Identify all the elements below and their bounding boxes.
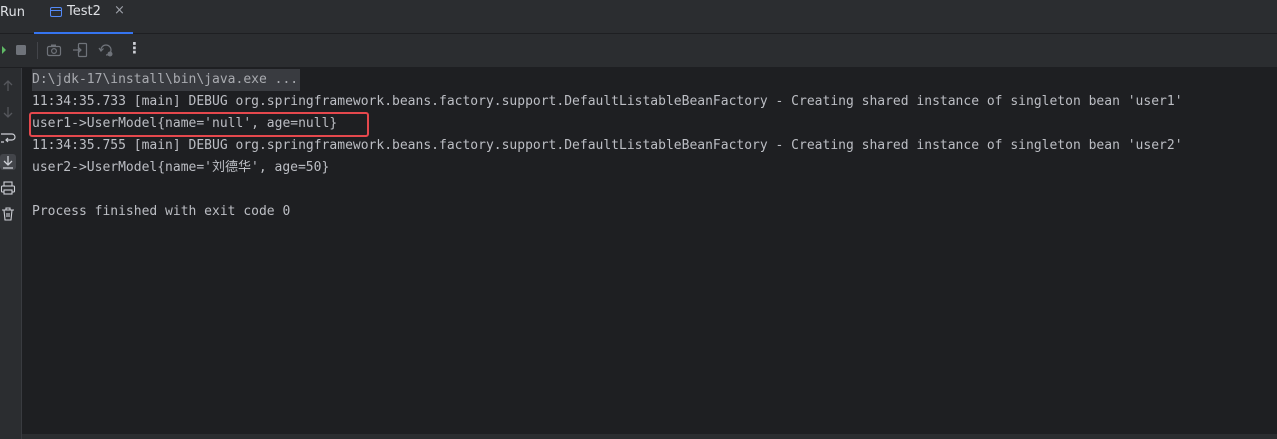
scroll-up-icon[interactable] [0,78,16,94]
more-icon[interactable]: ⋮ [127,39,142,57]
console-window-icon [50,7,62,17]
toolbar-separator [37,42,38,59]
console-bottom-edge [22,434,1277,439]
clear-all-icon[interactable] [0,206,16,222]
scroll-to-end-icon[interactable] [0,154,16,170]
annotation-highlight-box [29,112,369,137]
restore-layout-icon[interactable] [98,42,114,58]
run-tool-window-title: Run [0,5,25,20]
print-icon[interactable] [0,180,16,196]
login-icon[interactable] [72,42,88,58]
console-line: 11:34:35.733 [main] DEBUG org.springfram… [32,94,1183,109]
tab-bar: Run Test2 × [0,0,1277,34]
console-line-exit-status: Process finished with exit code 0 [32,204,291,219]
stop-icon[interactable] [14,42,30,58]
tab-test2[interactable]: Test2 × [34,0,133,34]
run-toolbar: ⋮ [0,34,1277,68]
console-line-command: D:\jdk-17\install\bin\java.exe ... [32,69,301,91]
screenshot-icon[interactable] [46,42,62,58]
close-icon[interactable]: × [114,3,125,19]
console-side-toolbar [0,68,22,439]
soft-wrap-icon[interactable] [0,130,16,146]
console-line: user2->UserModel{name='刘德华', age=50} [32,160,330,175]
scroll-down-icon[interactable] [0,104,16,120]
run-tool-window: Run Test2 × ⋮ D:\jdk-17\install\bin\java… [0,0,1277,439]
console-line: 11:34:35.755 [main] DEBUG org.springfram… [32,138,1183,153]
console-output[interactable]: D:\jdk-17\install\bin\java.exe ... 11:34… [22,68,1277,434]
tab-label: Test2 [67,4,101,19]
